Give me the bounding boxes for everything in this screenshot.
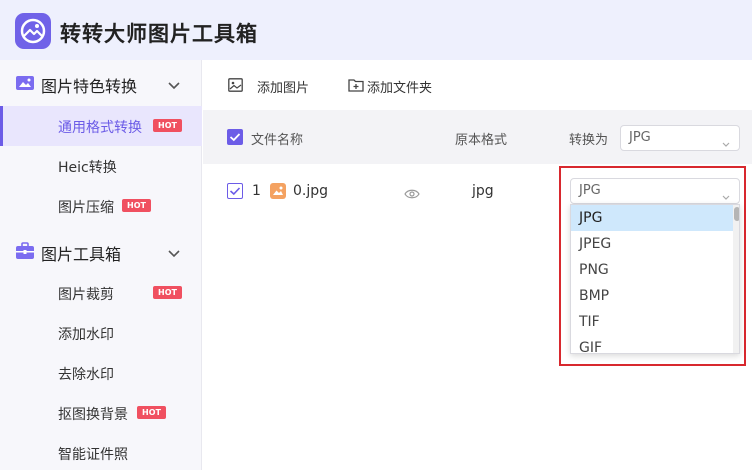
sidebar-item-heic-convert[interactable]: Heic转换 (0, 146, 202, 186)
hot-badge: HOT (122, 199, 151, 212)
dropdown-option-png[interactable]: PNG (571, 257, 733, 283)
format-dropdown-list: JPG JPEG PNG BMP TIF GIF (570, 204, 740, 354)
hot-badge: HOT (153, 286, 182, 299)
sidebar-group-label: 图片特色转换 (41, 77, 138, 96)
global-format-select[interactable]: JPG (620, 125, 740, 151)
row-checkbox[interactable] (227, 183, 243, 199)
sidebar-group-toolbox[interactable]: 图片工具箱 (0, 230, 202, 270)
sidebar-group-label: 图片工具箱 (41, 245, 122, 264)
sidebar-item-label: 去除水印 (58, 367, 114, 383)
dropdown-option-jpeg[interactable]: JPEG (571, 231, 733, 257)
column-header-convert-to: 转换为 (569, 133, 609, 148)
column-header-original-format: 原本格式 (455, 133, 508, 148)
app-logo-icon (15, 13, 51, 49)
add-folder-button[interactable]: 添加文件夹 (348, 76, 448, 96)
sidebar-group-special-convert[interactable]: 图片特色转换 (0, 62, 202, 102)
image-convert-icon (15, 74, 35, 92)
option-label: TIF (579, 314, 600, 330)
dropdown-option-bmp[interactable]: BMP (571, 283, 733, 309)
sidebar-item-format-convert[interactable]: 通用格式转换 HOT (0, 106, 202, 146)
sidebar-item-remove-watermark[interactable]: 去除水印 (0, 353, 202, 393)
row-index: 1 (252, 183, 261, 199)
sidebar-item-label: 图片压缩 (58, 200, 114, 216)
chevron-down-icon[interactable] (168, 76, 180, 90)
app-title: 转转大师图片工具箱 (60, 22, 258, 46)
toolbar: 添加图片 添加文件夹 (203, 60, 752, 110)
chevron-down-icon (721, 134, 731, 153)
table-header: 文件名称 原本格式 转换为 JPG (203, 110, 752, 164)
preview-eye-icon[interactable] (404, 185, 420, 199)
add-image-button[interactable]: 添加图片 (228, 76, 318, 96)
sidebar-item-label: 抠图换背景 (58, 407, 128, 423)
add-folder-label: 添加文件夹 (367, 81, 433, 96)
dropdown-option-gif[interactable]: GIF (571, 335, 733, 354)
dropdown-scrollbar[interactable] (733, 205, 739, 353)
dropdown-option-jpg[interactable]: JPG (571, 205, 733, 231)
hot-badge: HOT (153, 119, 182, 132)
global-format-value: JPG (629, 130, 651, 145)
sidebar-item-label: 图片裁剪 (58, 287, 114, 303)
option-label: JPEG (579, 236, 612, 252)
image-file-icon (270, 183, 286, 199)
sidebar-item-id-photo[interactable]: 智能证件照 (0, 433, 202, 470)
row-filename: 0.jpg (293, 183, 329, 199)
hot-badge: HOT (137, 406, 166, 419)
chevron-down-icon[interactable] (168, 244, 180, 258)
sidebar-item-add-watermark[interactable]: 添加水印 (0, 313, 202, 353)
column-header-filename: 文件名称 (251, 133, 304, 148)
sidebar-item-image-crop[interactable]: 图片裁剪 HOT (0, 273, 202, 313)
select-all-checkbox[interactable] (227, 129, 243, 145)
folder-add-icon (348, 79, 364, 92)
active-indicator (0, 106, 3, 146)
sidebar-item-label: 通用格式转换 (58, 120, 142, 136)
option-label: GIF (579, 340, 603, 354)
sidebar-item-label: 添加水印 (58, 327, 114, 343)
toolbox-icon (15, 242, 35, 260)
scrollbar-thumb[interactable] (734, 207, 739, 221)
option-label: BMP (579, 288, 610, 304)
option-label: JPG (579, 210, 603, 226)
row-original-format: jpg (472, 183, 494, 199)
sidebar-item-label: 智能证件照 (58, 447, 128, 463)
dropdown-option-tif[interactable]: TIF (571, 309, 733, 335)
add-image-label: 添加图片 (257, 81, 310, 96)
sidebar-item-label: Heic转换 (58, 160, 117, 176)
option-label: PNG (579, 262, 609, 278)
image-icon (228, 78, 243, 92)
sidebar-item-cutout-background[interactable]: 抠图换背景 HOT (0, 393, 202, 433)
check-icon (229, 187, 241, 196)
sidebar-item-image-compress[interactable]: 图片压缩 HOT (0, 186, 202, 226)
check-icon (229, 133, 241, 142)
sidebar: 图片特色转换 通用格式转换 HOT Heic转换 图片压缩 HOT 图片工具箱 (0, 60, 202, 470)
title-bar: 转转大师图片工具箱 (0, 0, 752, 60)
